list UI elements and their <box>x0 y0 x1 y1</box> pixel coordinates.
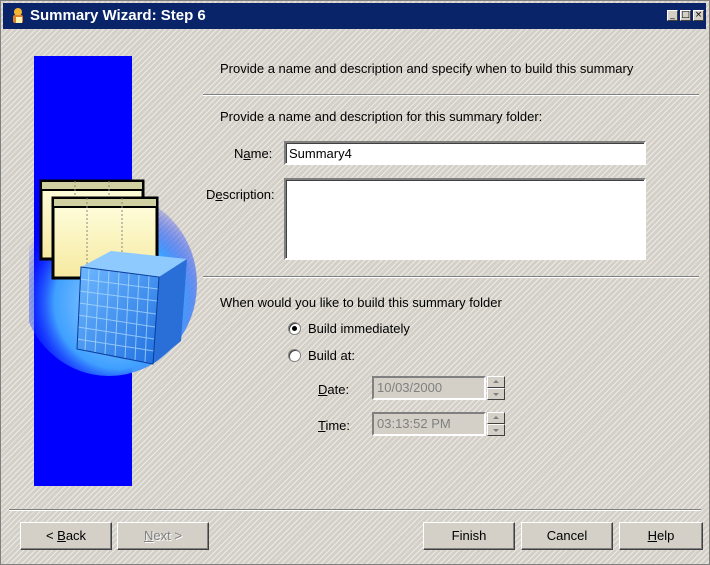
time-up-arrow-icon[interactable] <box>487 412 505 424</box>
summary-folder-illustration <box>29 179 197 376</box>
close-button[interactable]: × <box>693 10 704 21</box>
date-up-arrow-icon[interactable] <box>487 376 505 388</box>
window-title: Summary Wizard: Step 6 <box>30 7 206 24</box>
time-label: Time: <box>318 418 351 433</box>
build-immediately-radio[interactable] <box>288 322 301 335</box>
build-immediately-label[interactable]: Build immediately <box>308 321 410 336</box>
time-field[interactable]: 03:13:52 PM <box>372 412 486 436</box>
minimize-button[interactable]: _ <box>667 10 678 21</box>
time-down-arrow-icon[interactable] <box>487 424 505 436</box>
title-bar: Summary Wizard: Step 6 _ □ × <box>3 3 706 29</box>
maximize-button[interactable]: □ <box>680 10 691 21</box>
date-label: Date: <box>318 382 350 397</box>
back-button[interactable]: < Back <box>20 522 112 550</box>
help-button[interactable]: Help <box>619 522 703 550</box>
time-spinner[interactable] <box>487 412 505 436</box>
next-button[interactable]: Next > <box>117 522 209 550</box>
date-down-arrow-icon[interactable] <box>487 388 505 400</box>
name-section-subheading: Provide a name and description for this … <box>220 109 543 124</box>
description-field[interactable] <box>284 178 646 260</box>
summary-wizard-window: Summary Wizard: Step 6 _ □ × Provide a n… <box>0 0 710 565</box>
date-field[interactable]: 10/03/2000 <box>372 376 486 400</box>
finish-button[interactable]: Finish <box>423 522 515 550</box>
name-field[interactable] <box>284 141 646 165</box>
divider-bottom <box>9 509 701 511</box>
divider-middle <box>203 276 699 278</box>
description-label: Description: <box>206 187 275 202</box>
build-question: When would you like to build this summar… <box>220 295 502 310</box>
radio-selected-dot <box>292 326 297 331</box>
step-heading: Provide a name and description and speci… <box>220 61 634 76</box>
wizard-icon <box>13 8 23 23</box>
cancel-button[interactable]: Cancel <box>521 522 613 550</box>
build-at-label[interactable]: Build at: <box>308 348 355 363</box>
build-at-radio[interactable] <box>288 349 301 362</box>
divider-top <box>203 94 699 96</box>
name-label: Name: <box>234 146 273 161</box>
date-spinner[interactable] <box>487 376 505 400</box>
